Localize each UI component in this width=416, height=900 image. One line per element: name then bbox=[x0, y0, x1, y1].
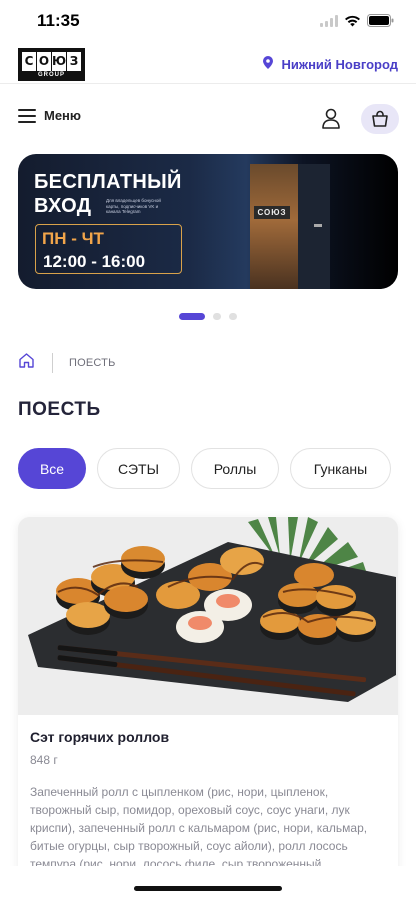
chip-sets[interactable]: СЭТЫ bbox=[97, 448, 180, 489]
basket-icon bbox=[372, 110, 388, 127]
profile-button[interactable] bbox=[318, 106, 344, 132]
logo-letter: Ю bbox=[51, 52, 67, 71]
product-card[interactable]: Сэт горячих роллов 848 г Запеченный ролл… bbox=[18, 517, 398, 897]
city-selector[interactable]: Нижний Новгород bbox=[263, 56, 398, 72]
product-description: Запеченный ролл с цыпленком (рис, нори, … bbox=[30, 785, 368, 871]
banner-days: ПН - ЧТ bbox=[42, 229, 104, 248]
carousel-dot[interactable] bbox=[213, 313, 221, 320]
logo-letter: О bbox=[36, 52, 51, 71]
banner-door-handle bbox=[314, 224, 322, 227]
carousel-dot[interactable] bbox=[229, 313, 237, 320]
door-sign: СОЮЗ bbox=[254, 206, 290, 219]
chip-all[interactable]: Все bbox=[18, 448, 86, 489]
logo-letter: З bbox=[67, 52, 81, 71]
logo-letter: С bbox=[22, 52, 36, 71]
logo[interactable]: С О Ю З GROUP bbox=[18, 48, 85, 81]
banner-hours: 12:00 - 16:00 bbox=[43, 252, 146, 271]
cart-button[interactable] bbox=[361, 104, 399, 134]
menu-button[interactable]: Меню bbox=[18, 108, 81, 123]
wifi-icon bbox=[344, 15, 361, 27]
top-header: С О Ю З GROUP Нижний Новгород bbox=[0, 44, 416, 84]
menu-label: Меню bbox=[44, 108, 82, 123]
chip-gunkans[interactable]: Гунканы bbox=[290, 448, 391, 489]
banner-small-text: Для владельцев бонусной карты, подписчик… bbox=[106, 198, 161, 214]
nav-bar: Меню bbox=[0, 100, 416, 138]
chip-rolls[interactable]: Роллы bbox=[191, 448, 279, 489]
home-indicator[interactable] bbox=[134, 886, 282, 891]
signal-icon bbox=[320, 14, 338, 27]
status-bar: 11:35 bbox=[0, 0, 416, 44]
breadcrumb-separator bbox=[52, 353, 53, 373]
banner-title-line1: БЕСПЛАТНЫЙ bbox=[34, 171, 182, 193]
carousel-dots bbox=[0, 313, 416, 321]
banner-schedule: ПН - ЧТ 12:00 - 16:00 bbox=[35, 224, 182, 274]
bottom-safe-area bbox=[0, 866, 416, 900]
status-time: 11:35 bbox=[37, 11, 80, 30]
product-weight: 848 г bbox=[30, 753, 58, 767]
location-pin-icon bbox=[263, 56, 274, 72]
breadcrumb-current: ПОЕСТЬ bbox=[69, 357, 116, 369]
home-icon[interactable] bbox=[18, 352, 35, 374]
promo-banner[interactable]: БЕСПЛАТНЫЙ ВХОД Для владельцев бонусной … bbox=[18, 154, 398, 289]
product-image bbox=[18, 517, 398, 715]
breadcrumb: ПОЕСТЬ bbox=[18, 353, 116, 373]
banner-door-image: СОЮЗ bbox=[250, 164, 298, 289]
battery-icon bbox=[367, 14, 394, 27]
page-title: ПОЕСТЬ bbox=[18, 399, 101, 420]
user-icon bbox=[322, 108, 340, 129]
logo-subtitle: GROUP bbox=[37, 72, 65, 78]
status-icons bbox=[320, 14, 394, 27]
city-name: Нижний Новгород bbox=[281, 56, 398, 72]
product-title: Сэт горячих роллов bbox=[30, 729, 170, 745]
hamburger-icon bbox=[18, 108, 36, 123]
carousel-dot-active[interactable] bbox=[179, 313, 205, 320]
category-chips: Все СЭТЫ Роллы Гунканы bbox=[18, 448, 391, 489]
logo-letters: С О Ю З bbox=[22, 52, 81, 71]
